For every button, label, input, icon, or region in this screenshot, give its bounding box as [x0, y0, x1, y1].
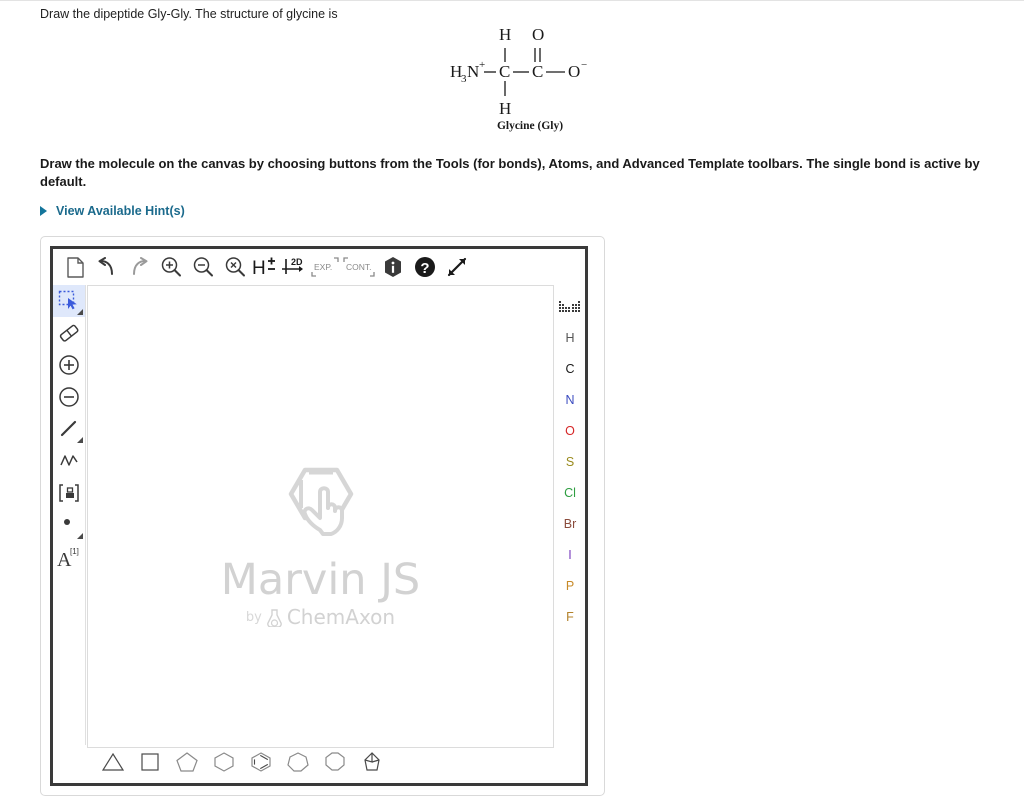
svg-text:EXP.: EXP.: [314, 262, 332, 272]
atom-label-tool[interactable]: A [1]: [53, 541, 85, 573]
svg-text:H: H: [499, 25, 511, 44]
expand-icon[interactable]: EXP.: [310, 252, 340, 282]
page-top-divider: [0, 0, 1024, 1]
bracket-tool[interactable]: [53, 477, 85, 509]
watermark-subtitle: by ChemAxon: [246, 605, 395, 629]
atom-cl[interactable]: Cl: [556, 477, 584, 508]
marvin-logo-icon: [275, 456, 367, 553]
atom-f[interactable]: F: [556, 601, 584, 632]
top-toolbar: H 2D EXP. CONT. ?: [53, 249, 585, 285]
atom-n[interactable]: N: [556, 384, 584, 415]
drawing-canvas[interactable]: Marvin JS by ChemAxon: [87, 285, 554, 748]
single-bond-tool[interactable]: [53, 413, 85, 445]
radical-tool[interactable]: [53, 509, 85, 541]
template-cyclohexane[interactable]: [210, 748, 238, 776]
help-icon[interactable]: ?: [410, 252, 440, 282]
watermark-vendor: ChemAxon: [286, 605, 396, 629]
atom-o[interactable]: O: [556, 415, 584, 446]
atom-s[interactable]: S: [556, 446, 584, 477]
fullscreen-icon[interactable]: [442, 252, 472, 282]
template-norbornane[interactable]: [358, 748, 386, 776]
watermark-by-label: by: [245, 609, 262, 625]
svg-text:H: H: [499, 99, 511, 118]
zoom-in-icon[interactable]: [156, 252, 186, 282]
template-benzene[interactable]: [247, 748, 275, 776]
disclosure-triangle-icon: [40, 206, 47, 216]
atoms-toolbar: H C N O S Cl Br I P F: [555, 285, 585, 748]
template-cyclobutane[interactable]: [136, 748, 164, 776]
svg-text:[1]: [1]: [70, 547, 79, 556]
svg-text:C: C: [532, 62, 543, 81]
atom-i[interactable]: I: [556, 539, 584, 570]
atom-h[interactable]: H: [556, 322, 584, 353]
chemaxon-flask-icon: [266, 608, 282, 627]
svg-text:2D: 2D: [291, 257, 303, 267]
svg-text:−: −: [581, 59, 587, 71]
template-cyclooctane[interactable]: [321, 748, 349, 776]
atom-p[interactable]: P: [556, 570, 584, 601]
svg-text:H: H: [252, 258, 266, 278]
svg-text:C: C: [499, 62, 510, 81]
marvin-watermark: Marvin JS by ChemAxon: [88, 456, 553, 629]
chain-tool[interactable]: [53, 445, 85, 477]
view-hints-label: View Available Hint(s): [56, 204, 185, 218]
watermark-title: Marvin JS: [220, 555, 421, 605]
atom-br[interactable]: Br: [556, 508, 584, 539]
marvin-js-editor: H 2D EXP. CONT. ? A [1] Marvin JS by Che…: [50, 246, 588, 786]
radical-dropdown-arrow[interactable]: [77, 533, 83, 539]
svg-text:+: +: [479, 59, 485, 71]
increase-charge-tool[interactable]: [53, 349, 85, 381]
contract-icon[interactable]: CONT.: [342, 252, 376, 282]
hydrogen-toggle-icon[interactable]: H: [252, 252, 278, 282]
svg-text:CONT.: CONT.: [346, 262, 372, 272]
structure-caption: Glycine (Gly): [496, 120, 564, 132]
periodic-table-icon[interactable]: [556, 291, 584, 322]
drawing-instruction: Draw the molecule on the canvas by choos…: [40, 156, 980, 189]
clean-2d-icon[interactable]: 2D: [280, 252, 308, 282]
template-cycloheptane[interactable]: [284, 748, 312, 776]
svg-text:O: O: [532, 25, 544, 44]
template-cyclopentane[interactable]: [173, 748, 201, 776]
new-file-icon[interactable]: [60, 252, 90, 282]
view-hints-link[interactable]: View Available Hint(s): [40, 204, 185, 218]
template-cyclopropane[interactable]: [99, 748, 127, 776]
selection-tool-dropdown-arrow[interactable]: [77, 309, 83, 315]
redo-icon[interactable]: [124, 252, 154, 282]
svg-text:O: O: [568, 62, 580, 81]
advanced-template-toolbar: [87, 745, 585, 779]
single-bond-dropdown-arrow[interactable]: [77, 437, 83, 443]
svg-text:N: N: [467, 62, 479, 81]
decrease-charge-tool[interactable]: [53, 381, 85, 413]
selection-tool[interactable]: [53, 285, 85, 317]
zoom-out-icon[interactable]: [188, 252, 218, 282]
svg-text:?: ?: [420, 260, 429, 277]
zoom-reset-icon[interactable]: [220, 252, 250, 282]
eraser-tool[interactable]: [53, 317, 85, 349]
question-prompt: Draw the dipeptide Gly-Gly. The structur…: [40, 7, 338, 21]
atom-c[interactable]: C: [556, 353, 584, 384]
info-icon[interactable]: [378, 252, 408, 282]
tools-toolbar: A [1]: [53, 285, 86, 745]
undo-icon[interactable]: [92, 252, 122, 282]
